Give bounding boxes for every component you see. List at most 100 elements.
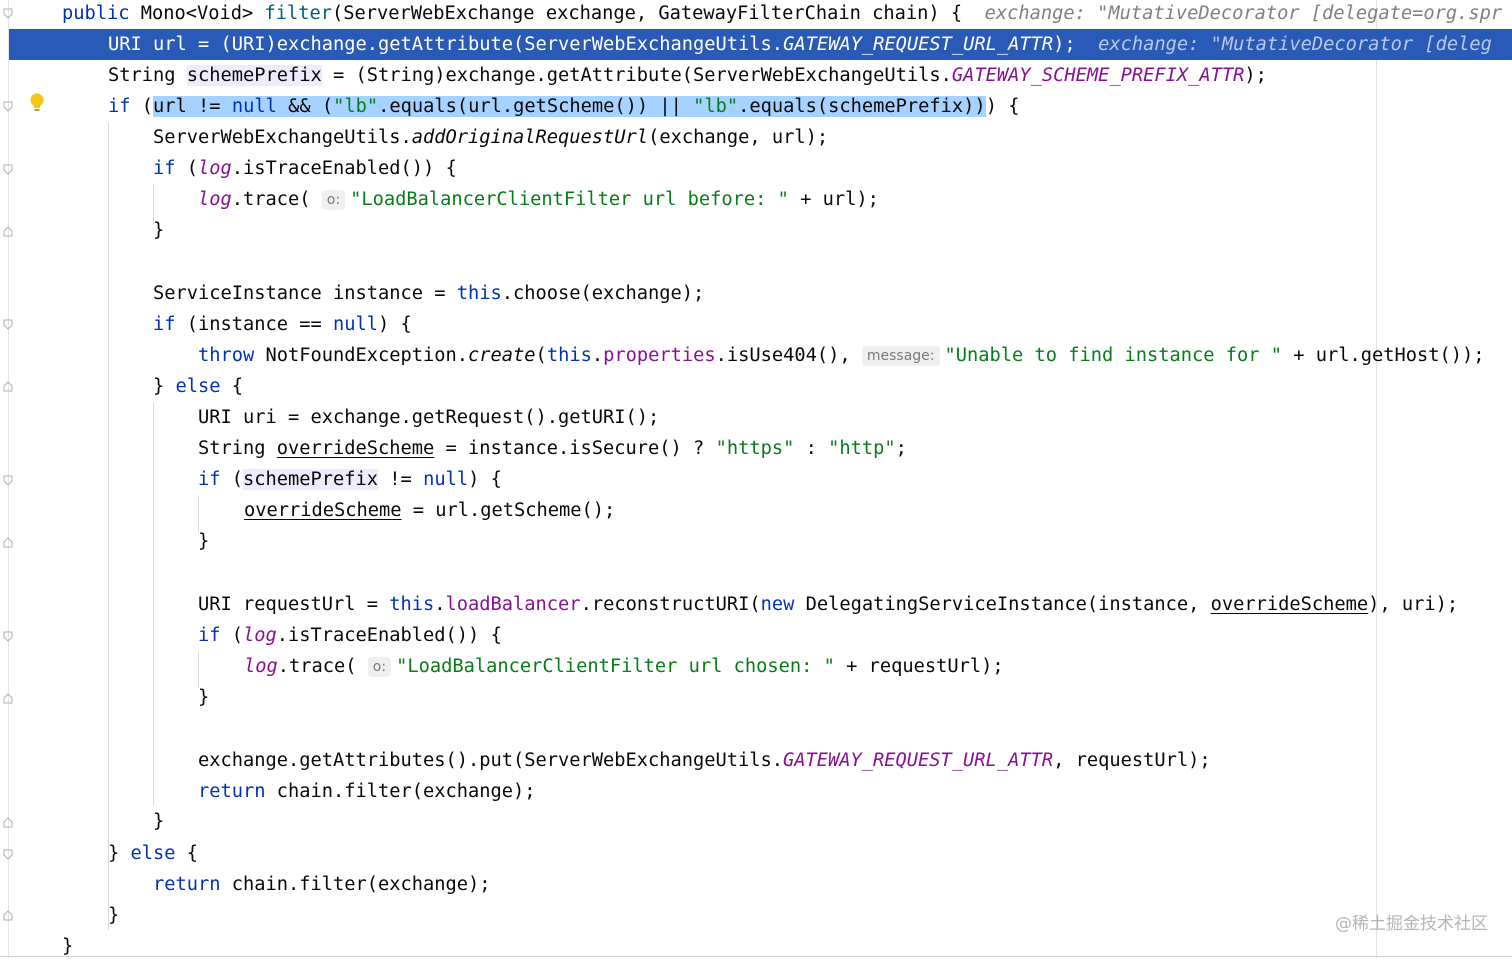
code-token: url bbox=[153, 96, 199, 117]
code-token: null bbox=[333, 314, 379, 335]
code-token: (instance == bbox=[186, 314, 334, 335]
fold-marker-icon[interactable] bbox=[3, 226, 13, 237]
code-token: ( bbox=[141, 96, 154, 117]
fold-marker-icon[interactable] bbox=[3, 817, 13, 828]
code-line[interactable]: String overrideScheme = instance.isSecur… bbox=[198, 433, 907, 464]
code-token: if bbox=[153, 314, 187, 335]
fold-marker-icon[interactable] bbox=[3, 693, 13, 704]
code-token: loadBalancer bbox=[445, 594, 581, 615]
inline-debug-value: exchange: "MutativeDecorator [deleg bbox=[1098, 34, 1492, 55]
code-token: } bbox=[153, 376, 176, 397]
code-token: = instance.isSecure() ? bbox=[434, 438, 716, 459]
code-line[interactable]: String schemePrefix = (String)exchange.g… bbox=[108, 60, 1267, 91]
code-token: throw bbox=[198, 345, 266, 366]
code-token: overrideScheme bbox=[276, 438, 435, 459]
code-token: Mono<Void> bbox=[140, 3, 265, 24]
code-token: public bbox=[62, 3, 141, 24]
code-token: != bbox=[198, 96, 232, 117]
code-token: if bbox=[198, 625, 232, 646]
code-token: } bbox=[198, 531, 210, 552]
code-line[interactable]: } else { bbox=[108, 838, 198, 869]
parameter-hint: o: bbox=[321, 190, 346, 210]
code-token: overrideScheme bbox=[244, 500, 402, 521]
code-line[interactable]: URI requestUrl = this.loadBalancer.recon… bbox=[198, 589, 1458, 620]
lightbulb-icon[interactable] bbox=[28, 92, 46, 114]
indent-guide bbox=[108, 122, 109, 930]
fold-marker-icon[interactable] bbox=[3, 631, 13, 642]
code-token: create bbox=[468, 345, 536, 366]
code-line[interactable]: } bbox=[153, 215, 164, 246]
code-token: "Unable to find instance for " bbox=[944, 345, 1283, 366]
code-token: .choose(exchange); bbox=[501, 283, 705, 304]
code-token: DelegatingServiceInstance(instance, bbox=[805, 594, 1211, 615]
code-line[interactable]: throw NotFoundException.create(this.prop… bbox=[198, 340, 1485, 371]
code-token: (ServerWebExchange exchange, GatewayFilt… bbox=[332, 3, 985, 24]
code-token: chain.filter(exchange); bbox=[276, 781, 536, 802]
code-token: ServiceInstance instance = bbox=[153, 283, 457, 304]
code-token: "lb" bbox=[333, 96, 379, 117]
code-token: "http" bbox=[828, 438, 896, 459]
code-line[interactable]: } bbox=[108, 900, 119, 931]
fold-marker-icon[interactable] bbox=[3, 319, 13, 330]
code-token: schemePrefix bbox=[186, 65, 322, 86]
code-token: filter bbox=[264, 3, 333, 24]
code-line[interactable]: return chain.filter(exchange); bbox=[153, 869, 491, 900]
code-token: ), uri); bbox=[1368, 594, 1459, 615]
code-line[interactable]: if (url != null && ("lb".equals(url.getS… bbox=[108, 91, 1019, 122]
fold-marker-icon[interactable] bbox=[3, 849, 13, 860]
parameter-hint: message: bbox=[861, 346, 940, 366]
fold-marker-icon[interactable] bbox=[3, 537, 13, 548]
code-line[interactable]: log.trace( o: "LoadBalancerClientFilter u… bbox=[198, 184, 879, 215]
code-line[interactable]: public Mono<Void> filter(ServerWebExchan… bbox=[62, 0, 1502, 29]
code-line[interactable]: exchange.getAttributes().put(ServerWebEx… bbox=[198, 745, 1211, 776]
fold-marker-icon[interactable] bbox=[3, 475, 13, 486]
code-editor[interactable]: public Mono<Void> filter(ServerWebExchan… bbox=[0, 0, 1512, 958]
fold-marker-icon[interactable] bbox=[3, 101, 13, 112]
code-token: = (String)exchange.getAttribute(ServerWe… bbox=[321, 65, 952, 86]
code-token: } bbox=[153, 811, 165, 832]
code-line[interactable]: URI uri = exchange.getRequest().getURI()… bbox=[198, 402, 659, 433]
fold-marker-icon[interactable] bbox=[3, 381, 13, 392]
fold-marker-icon[interactable] bbox=[3, 8, 13, 19]
fold-marker-icon[interactable] bbox=[3, 910, 13, 921]
code-token: String bbox=[198, 438, 277, 459]
code-line[interactable]: ServerWebExchangeUtils.addOriginalReques… bbox=[153, 122, 828, 153]
code-token: this bbox=[546, 345, 592, 366]
code-token: "LoadBalancerClientFilter url before: " bbox=[350, 189, 789, 210]
code-line[interactable]: } bbox=[153, 806, 164, 837]
code-token: .reconstructURI( bbox=[580, 594, 761, 615]
code-token: if bbox=[153, 158, 187, 179]
code-token: URI uri = exchange.getRequest().getURI()… bbox=[198, 407, 660, 428]
code-token: ( bbox=[186, 158, 199, 179]
parameter-hint: o: bbox=[367, 657, 392, 677]
code-line[interactable]: log.trace( o: "LoadBalancerClientFilter u… bbox=[244, 651, 1004, 682]
code-line[interactable]: return chain.filter(exchange); bbox=[198, 776, 536, 807]
code-line[interactable]: if (schemePrefix != null) { bbox=[198, 464, 502, 495]
execution-line[interactable]: URI url = (URI)exchange.getAttribute(Ser… bbox=[60, 29, 1512, 60]
code-token: ); bbox=[1053, 34, 1099, 55]
code-line[interactable]: } else { bbox=[153, 371, 243, 402]
code-line[interactable]: } bbox=[198, 526, 209, 557]
code-token: .trace( bbox=[277, 656, 368, 677]
code-token: + url); bbox=[788, 189, 879, 210]
code-token: properties bbox=[603, 345, 716, 366]
code-line[interactable]: if (instance == null) { bbox=[153, 309, 412, 340]
code-line[interactable]: overrideScheme = url.getScheme(); bbox=[244, 495, 615, 526]
code-line[interactable]: if (log.isTraceEnabled()) { bbox=[198, 620, 502, 651]
code-line[interactable]: if (log.isTraceEnabled()) { bbox=[153, 153, 457, 184]
code-token: } bbox=[108, 905, 120, 926]
code-line[interactable]: } bbox=[198, 682, 209, 713]
code-token: schemePrefix bbox=[243, 469, 379, 490]
code-token: ) { bbox=[985, 96, 1020, 117]
fold-marker-icon[interactable] bbox=[3, 164, 13, 175]
code-token: .equals(url.getScheme()) || bbox=[378, 96, 694, 117]
code-token: .equals(schemePrefix)) bbox=[738, 96, 986, 117]
code-token: NotFoundException. bbox=[265, 345, 469, 366]
code-line[interactable]: ServiceInstance instance = this.choose(e… bbox=[153, 278, 704, 309]
bottom-border bbox=[0, 956, 1512, 957]
code-line[interactable]: } bbox=[62, 931, 73, 962]
code-token: .trace( bbox=[231, 189, 322, 210]
code-token: } bbox=[198, 687, 210, 708]
code-token: : bbox=[794, 438, 829, 459]
right-margin-guide bbox=[1376, 0, 1377, 958]
